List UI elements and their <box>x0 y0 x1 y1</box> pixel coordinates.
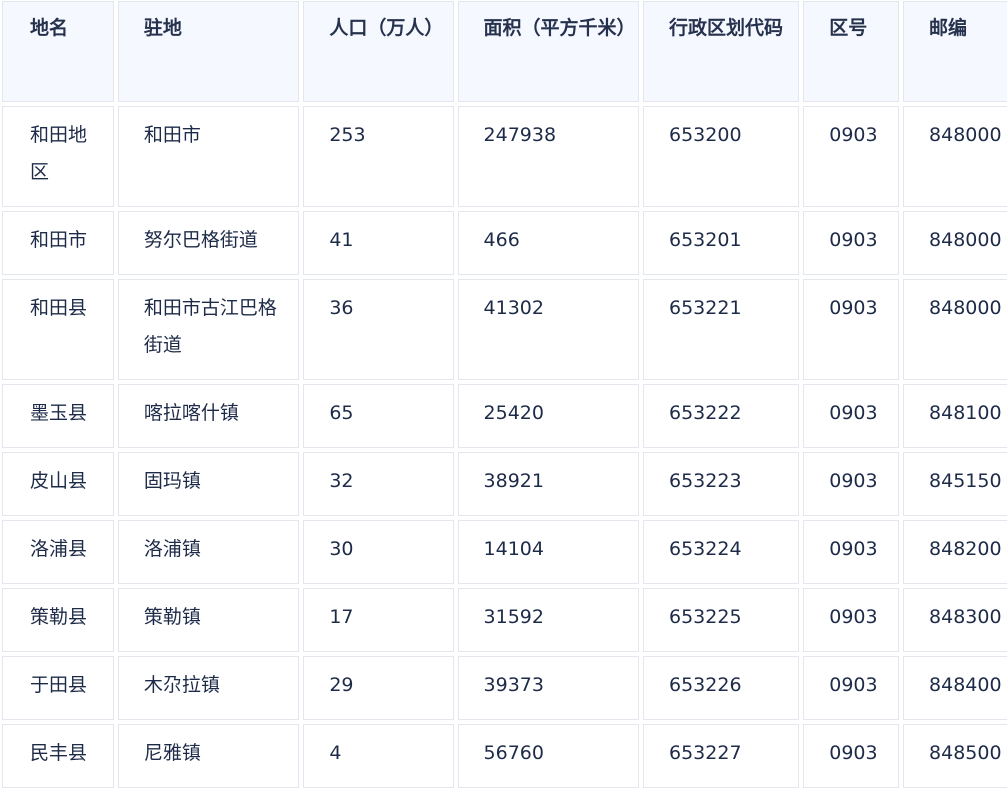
cell-seat: 木尕拉镇 <box>117 656 300 720</box>
cell-name: 和田市 <box>2 211 114 275</box>
cell-division-code: 653224 <box>643 520 800 584</box>
header-area-code: 区号 <box>803 1 900 102</box>
cell-area-code: 0903 <box>803 211 900 275</box>
cell-area: 466 <box>457 211 639 275</box>
cell-division-code: 653225 <box>643 588 800 652</box>
cell-seat: 喀拉喀什镇 <box>117 384 300 448</box>
cell-area: 38921 <box>457 452 639 516</box>
cell-area: 41302 <box>457 279 639 380</box>
cell-division-code: 653221 <box>643 279 800 380</box>
cell-population: 32 <box>303 452 454 516</box>
cell-postal-code: 848000 <box>903 211 1007 275</box>
table-row: 策勒县 策勒镇 17 31592 653225 0903 848300 <box>2 588 1007 652</box>
cell-division-code: 653201 <box>643 211 800 275</box>
table-header: 地名 驻地 人口（万人） 面积（平方千米） 行政区划代码 区号 邮编 <box>2 1 1007 102</box>
cell-postal-code: 848100 <box>903 384 1007 448</box>
cell-population: 29 <box>303 656 454 720</box>
cell-seat: 努尔巴格街道 <box>117 211 300 275</box>
header-division-code: 行政区划代码 <box>643 1 800 102</box>
table-body: 和田地区 和田市 253 247938 653200 0903 848000 和… <box>2 106 1007 788</box>
cell-population: 30 <box>303 520 454 584</box>
cell-division-code: 653227 <box>643 724 800 788</box>
table-row: 和田市 努尔巴格街道 41 466 653201 0903 848000 <box>2 211 1007 275</box>
cell-population: 41 <box>303 211 454 275</box>
cell-name: 洛浦县 <box>2 520 114 584</box>
cell-name: 策勒县 <box>2 588 114 652</box>
cell-seat: 和田市 <box>117 106 300 207</box>
table-row: 皮山县 固玛镇 32 38921 653223 0903 845150 <box>2 452 1007 516</box>
data-table: 地名 驻地 人口（万人） 面积（平方千米） 行政区划代码 区号 邮编 和田地区 … <box>0 0 1007 792</box>
cell-division-code: 653223 <box>643 452 800 516</box>
cell-name: 于田县 <box>2 656 114 720</box>
cell-population: 253 <box>303 106 454 207</box>
cell-name: 和田县 <box>2 279 114 380</box>
cell-seat: 和田市古江巴格街道 <box>117 279 300 380</box>
data-table-container: 地名 驻地 人口（万人） 面积（平方千米） 行政区划代码 区号 邮编 和田地区 … <box>0 0 1007 792</box>
cell-population: 65 <box>303 384 454 448</box>
cell-area-code: 0903 <box>803 279 900 380</box>
header-postal-code: 邮编 <box>903 1 1007 102</box>
cell-area-code: 0903 <box>803 588 900 652</box>
cell-area: 25420 <box>457 384 639 448</box>
table-row: 墨玉县 喀拉喀什镇 65 25420 653222 0903 848100 <box>2 384 1007 448</box>
header-name: 地名 <box>2 1 114 102</box>
table-row: 民丰县 尼雅镇 4 56760 653227 0903 848500 <box>2 724 1007 788</box>
cell-seat: 尼雅镇 <box>117 724 300 788</box>
cell-area: 247938 <box>457 106 639 207</box>
header-area: 面积（平方千米） <box>457 1 639 102</box>
cell-area-code: 0903 <box>803 452 900 516</box>
cell-name: 墨玉县 <box>2 384 114 448</box>
cell-area-code: 0903 <box>803 656 900 720</box>
cell-area-code: 0903 <box>803 520 900 584</box>
cell-area: 31592 <box>457 588 639 652</box>
cell-name: 民丰县 <box>2 724 114 788</box>
cell-seat: 洛浦镇 <box>117 520 300 584</box>
cell-division-code: 653200 <box>643 106 800 207</box>
header-seat: 驻地 <box>117 1 300 102</box>
table-row: 和田地区 和田市 253 247938 653200 0903 848000 <box>2 106 1007 207</box>
cell-seat: 固玛镇 <box>117 452 300 516</box>
cell-division-code: 653226 <box>643 656 800 720</box>
cell-postal-code: 848500 <box>903 724 1007 788</box>
table-row: 和田县 和田市古江巴格街道 36 41302 653221 0903 84800… <box>2 279 1007 380</box>
header-population: 人口（万人） <box>303 1 454 102</box>
header-row: 地名 驻地 人口（万人） 面积（平方千米） 行政区划代码 区号 邮编 <box>2 1 1007 102</box>
cell-area: 39373 <box>457 656 639 720</box>
cell-name: 和田地区 <box>2 106 114 207</box>
cell-name: 皮山县 <box>2 452 114 516</box>
cell-postal-code: 848200 <box>903 520 1007 584</box>
cell-area-code: 0903 <box>803 106 900 207</box>
table-row: 洛浦县 洛浦镇 30 14104 653224 0903 848200 <box>2 520 1007 584</box>
cell-seat: 策勒镇 <box>117 588 300 652</box>
cell-division-code: 653222 <box>643 384 800 448</box>
cell-postal-code: 848300 <box>903 588 1007 652</box>
cell-area-code: 0903 <box>803 724 900 788</box>
cell-area: 14104 <box>457 520 639 584</box>
cell-postal-code: 848000 <box>903 106 1007 207</box>
cell-postal-code: 848400 <box>903 656 1007 720</box>
cell-population: 36 <box>303 279 454 380</box>
cell-area-code: 0903 <box>803 384 900 448</box>
cell-postal-code: 848000 <box>903 279 1007 380</box>
cell-population: 17 <box>303 588 454 652</box>
table-row: 于田县 木尕拉镇 29 39373 653226 0903 848400 <box>2 656 1007 720</box>
cell-population: 4 <box>303 724 454 788</box>
cell-area: 56760 <box>457 724 639 788</box>
cell-postal-code: 845150 <box>903 452 1007 516</box>
